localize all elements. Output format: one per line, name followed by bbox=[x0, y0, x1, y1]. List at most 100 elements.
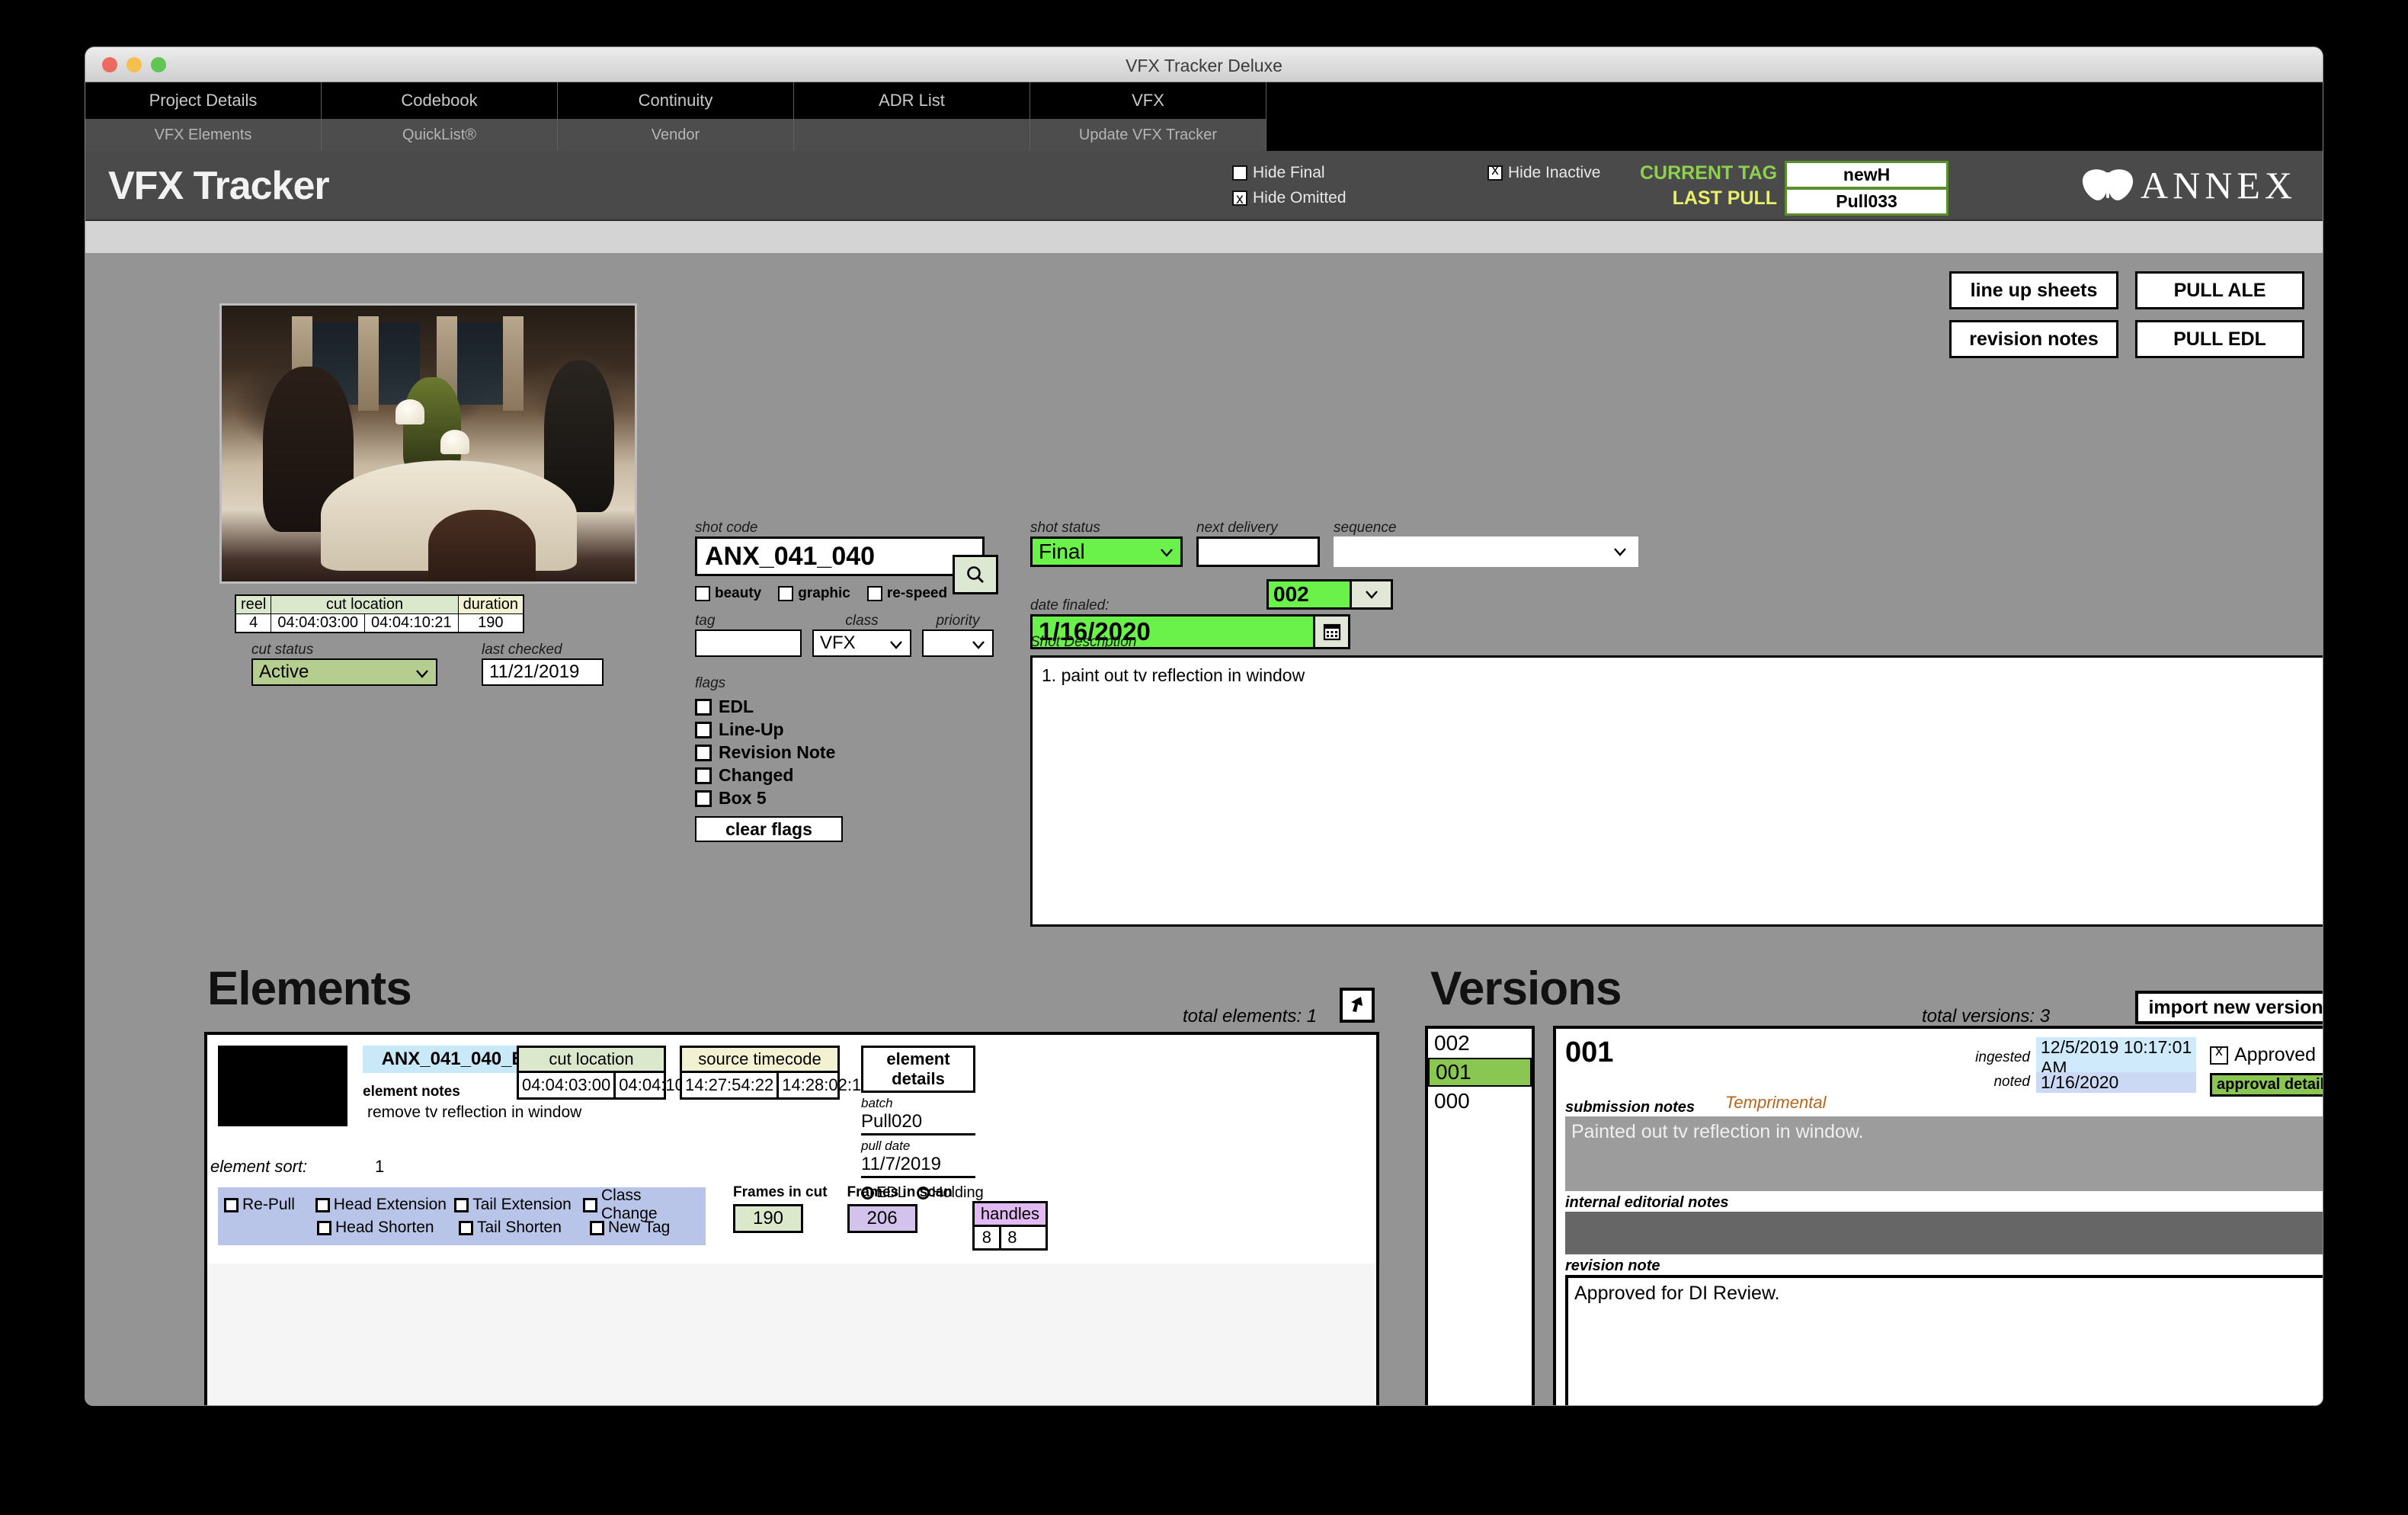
clear-flags-button[interactable]: clear flags bbox=[695, 816, 843, 842]
import-new-versions-button[interactable]: import new versions bbox=[2135, 991, 2323, 1024]
last-checked-value[interactable]: 11/21/2019 bbox=[482, 658, 604, 686]
graphic-checkbox[interactable]: graphic bbox=[778, 585, 850, 602]
shot-description-label: Shot Description bbox=[1030, 634, 1137, 650]
search-button[interactable] bbox=[953, 555, 998, 594]
last-pull-label: LAST PULL bbox=[1672, 187, 1778, 209]
element-notes-value[interactable]: remove tv reflection in window bbox=[367, 1103, 581, 1122]
checkbox-box bbox=[590, 1220, 604, 1235]
head-shorten-checkbox[interactable]: Head Shorten bbox=[317, 1216, 459, 1239]
tab-codebook[interactable]: Codebook bbox=[322, 82, 558, 119]
pull-ale-button[interactable]: PULL ALE bbox=[2135, 271, 2304, 309]
frames-in-cut-label: Frames in cut bbox=[733, 1184, 828, 1200]
element-batch-label: batch bbox=[861, 1096, 893, 1110]
pull-edl-button[interactable]: PULL EDL bbox=[2135, 320, 2304, 358]
revision-note-value[interactable]: Approved for DI Review. bbox=[1565, 1275, 2323, 1405]
shot-description-field[interactable]: 1. paint out tv reflection in window bbox=[1030, 655, 2323, 927]
date-finaled-batch-select[interactable]: 002 bbox=[1266, 579, 1393, 610]
secondary-tabs: VFX Elements QuickList® Vendor Update VF… bbox=[85, 119, 2323, 151]
window-title: VFX Tracker Deluxe bbox=[1126, 56, 1282, 75]
line-up-sheets-button[interactable]: line up sheets bbox=[1949, 271, 2118, 309]
element-row[interactable]: element sort: 1 ANX_041_040_BG element n… bbox=[207, 1035, 1376, 1264]
element-pull-date-value: 11/7/2019 bbox=[861, 1154, 975, 1178]
tail-shorten-checkbox[interactable]: Tail Shorten bbox=[459, 1216, 590, 1239]
tab-quicklist[interactable]: QuickList® bbox=[322, 119, 558, 151]
hide-inactive-checkbox[interactable]: Hide Inactive bbox=[1487, 160, 1600, 185]
approval-details-button[interactable]: approval details bbox=[2210, 1073, 2323, 1097]
priority-select[interactable] bbox=[922, 629, 994, 657]
version-list-item[interactable]: 000 bbox=[1428, 1087, 1532, 1116]
beauty-checkbox[interactable]: beauty bbox=[695, 585, 761, 602]
last-pull-value[interactable]: Pull033 bbox=[1787, 190, 1946, 213]
checkbox-box bbox=[695, 744, 712, 761]
tail-extension-checkbox[interactable]: Tail Extension bbox=[454, 1193, 583, 1216]
checkbox-box bbox=[695, 721, 712, 738]
cut-location-header: cut location bbox=[271, 594, 459, 614]
tab-vfx-elements[interactable]: VFX Elements bbox=[85, 119, 322, 151]
duration-value: 190 bbox=[457, 613, 524, 633]
tab-update-vfx-tracker[interactable]: Update VFX Tracker bbox=[1030, 119, 1266, 151]
flag-box5-checkbox[interactable]: Box 5 bbox=[695, 788, 1015, 809]
hide-final-checkbox[interactable]: Hide Final bbox=[1232, 160, 1484, 185]
frames-in-cut: Frames in cut 190 bbox=[733, 1184, 828, 1233]
respeed-checkbox[interactable]: re-speed bbox=[866, 585, 947, 602]
tab-vfx[interactable]: VFX bbox=[1030, 82, 1266, 119]
flag-lineup-checkbox[interactable]: Line-Up bbox=[695, 719, 1015, 740]
chevron-down-icon bbox=[971, 636, 986, 658]
version-list-item[interactable]: 002 bbox=[1428, 1029, 1532, 1058]
repull-checkbox[interactable]: Re-Pull bbox=[224, 1193, 315, 1216]
tab-adr-list[interactable]: ADR List bbox=[794, 82, 1030, 119]
head-extension-label: Head Extension bbox=[333, 1196, 447, 1213]
shot-status-select[interactable]: Final bbox=[1030, 536, 1183, 567]
butterfly-icon bbox=[2082, 169, 2134, 200]
element-thumbnail[interactable] bbox=[218, 1046, 347, 1126]
sequence-select[interactable] bbox=[1334, 536, 1638, 567]
internal-notes-value[interactable] bbox=[1565, 1212, 2323, 1254]
checkbox-box bbox=[695, 586, 710, 601]
cut-status-select[interactable]: Active bbox=[251, 658, 437, 686]
calendar-icon[interactable] bbox=[1313, 617, 1348, 647]
date-finaled-label: date finaled: bbox=[1030, 597, 1110, 613]
hide-omitted-checkbox[interactable]: Hide Omitted bbox=[1232, 185, 1484, 211]
flag-edl-checkbox[interactable]: EDL bbox=[695, 697, 1015, 717]
tag-input[interactable] bbox=[695, 629, 802, 657]
ingested-label: ingested bbox=[1975, 1049, 2030, 1065]
cut-out-value: 04:04:10:21 bbox=[364, 613, 459, 633]
beauty-label: beauty bbox=[715, 585, 762, 601]
shot-code-input[interactable]: ANX_041_040 bbox=[695, 536, 985, 576]
sequence-label: sequence bbox=[1334, 520, 1397, 536]
tab-project-details[interactable]: Project Details bbox=[85, 82, 322, 119]
versions-list[interactable]: 002 001 000 bbox=[1425, 1026, 1535, 1405]
shot-status-value: Final bbox=[1039, 540, 1085, 563]
versions-total-label: total versions: 3 bbox=[1922, 1006, 2051, 1027]
new-tag-checkbox[interactable]: New Tag bbox=[590, 1216, 670, 1239]
elements-expand-button[interactable] bbox=[1340, 988, 1375, 1023]
checkbox-box bbox=[695, 790, 712, 807]
date-finaled-batch-value: 002 bbox=[1269, 581, 1350, 607]
version-meta: ingested 12/5/2019 10:17:01 AM noted 1/1… bbox=[1968, 1037, 2196, 1094]
frames-in-scan-value: 206 bbox=[847, 1204, 917, 1233]
flag-revision-note-checkbox[interactable]: Revision Note bbox=[695, 742, 1015, 763]
page-title: VFX Tracker bbox=[108, 164, 330, 208]
current-tag-value[interactable]: newH bbox=[1787, 163, 1946, 187]
reel-value: 4 bbox=[235, 613, 272, 633]
class-group: class VFX bbox=[812, 613, 911, 657]
tab-blank[interactable] bbox=[794, 119, 1030, 151]
frames-group: Frames in cut 190 Frames in scan 206 han… bbox=[733, 1184, 1048, 1251]
shot-thumbnail[interactable] bbox=[219, 303, 637, 584]
tab-continuity[interactable]: Continuity bbox=[558, 82, 794, 119]
head-extension-checkbox[interactable]: Head Extension bbox=[315, 1193, 455, 1216]
element-sort-value: 1 bbox=[375, 1157, 385, 1176]
revision-notes-button[interactable]: revision notes bbox=[1949, 320, 2118, 358]
approved-checkbox[interactable]: Approved bbox=[2210, 1043, 2316, 1066]
flag-changed-checkbox[interactable]: Changed bbox=[695, 765, 1015, 786]
class-select[interactable]: VFX bbox=[812, 629, 911, 657]
tab-vendor[interactable]: Vendor bbox=[558, 119, 794, 151]
cut-status-group: cut status Active bbox=[251, 642, 437, 686]
class-label: class bbox=[845, 613, 879, 629]
shot-status-label: shot status bbox=[1030, 520, 1100, 536]
class-change-checkbox[interactable]: Class Change bbox=[583, 1187, 700, 1222]
version-list-item-selected[interactable]: 001 bbox=[1428, 1058, 1532, 1087]
next-delivery-input[interactable] bbox=[1196, 536, 1320, 567]
checkbox-box bbox=[224, 1197, 239, 1212]
submission-notes-value[interactable]: Painted out tv reflection in window. bbox=[1565, 1116, 2323, 1191]
